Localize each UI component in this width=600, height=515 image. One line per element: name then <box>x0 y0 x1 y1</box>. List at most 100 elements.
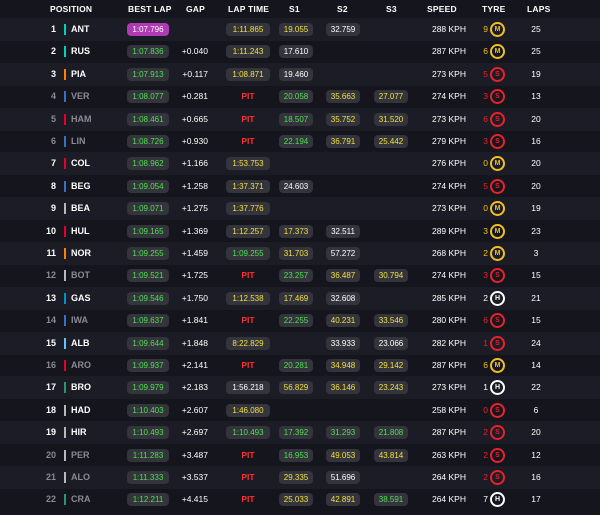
tyre-age: 9 <box>483 24 488 34</box>
gap-value: +2.183 <box>181 382 208 393</box>
sector-1-time: 29.335 <box>279 471 313 484</box>
gap-value: +1.459 <box>181 248 208 258</box>
driver-code[interactable]: COL <box>71 158 90 168</box>
team-color-bar <box>64 180 66 192</box>
driver-code[interactable]: CRA <box>71 494 91 504</box>
sector-2-time: 34.948 <box>326 359 360 372</box>
gap-value: +2.607 <box>181 404 208 415</box>
table-row[interactable]: 10 HUL 1:09.165 +1.369 1:12.257 17.373 32.511 2… <box>0 220 600 243</box>
sector-3-time: 30.794 <box>374 269 408 283</box>
header-s2[interactable]: S2 <box>337 4 348 14</box>
sector-2-time: 36.146 <box>326 381 360 395</box>
table-row[interactable]: 11 NOR 1:09.255 +1.459 1:09.255 31.703 57.272 2… <box>0 242 600 265</box>
tyre-compound-icon: S <box>490 178 505 194</box>
driver-code[interactable]: LIN <box>71 136 86 146</box>
driver-code[interactable]: VER <box>71 91 90 101</box>
driver-code[interactable]: PIA <box>71 69 86 79</box>
table-row[interactable]: 6 LIN 1:08.726 +0.930 PIT 22.194 36.791 25.442 2… <box>0 130 600 153</box>
laps-completed: 17 <box>531 494 541 505</box>
table-row[interactable]: 15 ALB 1:09.644 +1.848 8:22.829 33.933 23.066 2… <box>0 331 600 355</box>
driver-code[interactable]: HIR <box>71 427 87 437</box>
table-row[interactable]: 1 ANT 1:07.796 1:11.865 19.055 32.759 288 KPH 9… <box>0 18 600 41</box>
table-row[interactable]: 13 GAS 1:09.546 +1.750 1:12.538 17.469 32.608 2… <box>0 286 600 310</box>
tyre-age: 1 <box>483 337 488 348</box>
table-row[interactable]: 3 PIA 1:07.913 +0.117 1:08.871 19.460 273 KPH 5… <box>0 62 600 86</box>
sector-1-time: 17.469 <box>279 291 313 305</box>
table-row[interactable]: 16 ARO 1:09.937 +2.141 PIT 20.281 34.948 29.142… <box>0 354 600 377</box>
team-color-bar <box>64 315 66 327</box>
driver-code[interactable]: RUS <box>71 46 90 56</box>
header-tyre[interactable]: TYRE <box>482 4 505 14</box>
driver-code[interactable]: BOT <box>71 270 90 280</box>
header-s1[interactable]: S1 <box>289 4 300 14</box>
position-number: 11 <box>46 248 56 258</box>
driver-code[interactable]: HUL <box>71 226 90 236</box>
position-number: 22 <box>45 494 56 505</box>
speed-trap: 280 KPH <box>431 315 466 326</box>
best-lap-time: 1:09.546 <box>127 291 169 305</box>
tyre-compound-icon: M <box>490 44 505 60</box>
table-row[interactable]: 4 VER 1:08.077 +0.281 PIT 20.058 35.663 27.077 2… <box>0 85 600 108</box>
table-row[interactable]: 18 HAD 1:10.403 +2.607 1:46.080 258 KPH 0 S 6 <box>0 399 600 422</box>
driver-code[interactable]: HAM <box>71 114 92 124</box>
best-lap-time: 1:11.333 <box>127 471 169 484</box>
header-best-lap[interactable]: BEST LAP <box>128 4 172 14</box>
best-lap-time: 1:09.644 <box>127 336 169 350</box>
table-row[interactable]: 5 HAM 1:08.461 +0.665 PIT 18.507 35.752 31.520 2… <box>0 107 600 131</box>
laps-completed: 16 <box>531 136 541 146</box>
team-color-bar <box>64 46 66 58</box>
last-lap-time: 1:11.865 <box>226 23 270 36</box>
table-row[interactable]: 22 CRA 1:12.211 +4.415 PIT 25.033 42.891 38.591… <box>0 488 600 511</box>
driver-code[interactable]: GAS <box>71 293 91 303</box>
table-row[interactable]: 20 PER 1:11.283 +3.487 PIT 16.953 49.053 43.814… <box>0 444 600 467</box>
sector-2-time: 31.293 <box>326 426 360 440</box>
laps-completed: 20 <box>531 158 541 169</box>
driver-code[interactable]: ANT <box>71 24 90 34</box>
table-row[interactable]: 21 ALO 1:11.333 +3.537 PIT 29.335 51.696 264 KP… <box>0 466 600 489</box>
table-row[interactable]: 17 BRO 1:09.979 +2.183 1:56.218 56.829 36.146 2… <box>0 376 600 400</box>
tyre-compound-icon: S <box>490 66 505 82</box>
driver-code[interactable]: BEA <box>71 203 90 213</box>
driver-code[interactable]: IWA <box>71 315 88 325</box>
pit-status: PIT <box>241 136 255 146</box>
header-speed[interactable]: SPEED <box>427 4 457 14</box>
table-row[interactable]: 12 BOT 1:09.521 +1.725 PIT 23.257 36.487 30.794… <box>0 264 600 287</box>
driver-code[interactable]: HAD <box>71 405 91 415</box>
driver-code[interactable]: ALB <box>71 338 90 348</box>
pit-status: PIT <box>241 449 255 460</box>
sector-2-time: 32.511 <box>326 224 360 238</box>
tyre-compound-icon: S <box>490 134 505 149</box>
speed-trap: 287 KPH <box>431 360 466 370</box>
sector-1-time: 19.460 <box>279 67 313 81</box>
table-row[interactable]: 7 COL 1:08.962 +1.166 1:53.753 276 KPH 0 M 20 <box>0 152 600 176</box>
sector-1-time: 19.055 <box>279 23 313 36</box>
best-lap-time: 1:07.836 <box>127 45 169 59</box>
driver-code[interactable]: ARO <box>71 360 91 370</box>
sector-1-time: 20.281 <box>279 359 313 372</box>
driver-code[interactable]: BEG <box>71 181 91 191</box>
driver-code[interactable]: PER <box>71 450 90 460</box>
table-row[interactable]: 8 BEG 1:09.054 +1.258 1:37.371 24.603 274 KPH 5… <box>0 175 600 198</box>
header-lap-time[interactable]: LAP TIME <box>228 4 269 14</box>
team-color-bar <box>64 337 66 349</box>
sector-2-time: 51.696 <box>326 471 360 484</box>
driver-code[interactable]: NOR <box>71 248 91 258</box>
team-color-bar <box>64 427 66 439</box>
table-row[interactable]: 9 BEA 1:09.071 +1.275 1:37.776 273 KPH 0 M 19 <box>0 197 600 221</box>
header-gap[interactable]: GAP <box>186 4 205 14</box>
gap-value: +1.258 <box>181 180 208 191</box>
header-s3[interactable]: S3 <box>386 4 397 14</box>
tyre-age: 3 <box>483 136 488 146</box>
table-row[interactable]: 2 RUS 1:07.836 +0.040 1:11.243 17.610 287 KPH 6… <box>0 40 600 63</box>
sector-3-time: 21.808 <box>374 426 408 440</box>
table-row[interactable]: 19 HIR 1:10.493 +2.697 1:10.493 17.392 31.293 2… <box>0 421 600 445</box>
table-row[interactable]: 14 IWA 1:09.637 +1.841 PIT 22.255 40.231 33.546… <box>0 309 600 332</box>
sector-2-time: 32.608 <box>326 291 360 305</box>
driver-code[interactable]: ALO <box>71 472 90 482</box>
header-position[interactable]: POSITION <box>50 4 92 14</box>
team-color-bar <box>64 203 66 215</box>
gap-value: +1.750 <box>181 292 208 303</box>
driver-code[interactable]: BRO <box>71 382 91 392</box>
pit-status: PIT <box>241 113 255 124</box>
header-laps[interactable]: LAPS <box>527 4 550 14</box>
